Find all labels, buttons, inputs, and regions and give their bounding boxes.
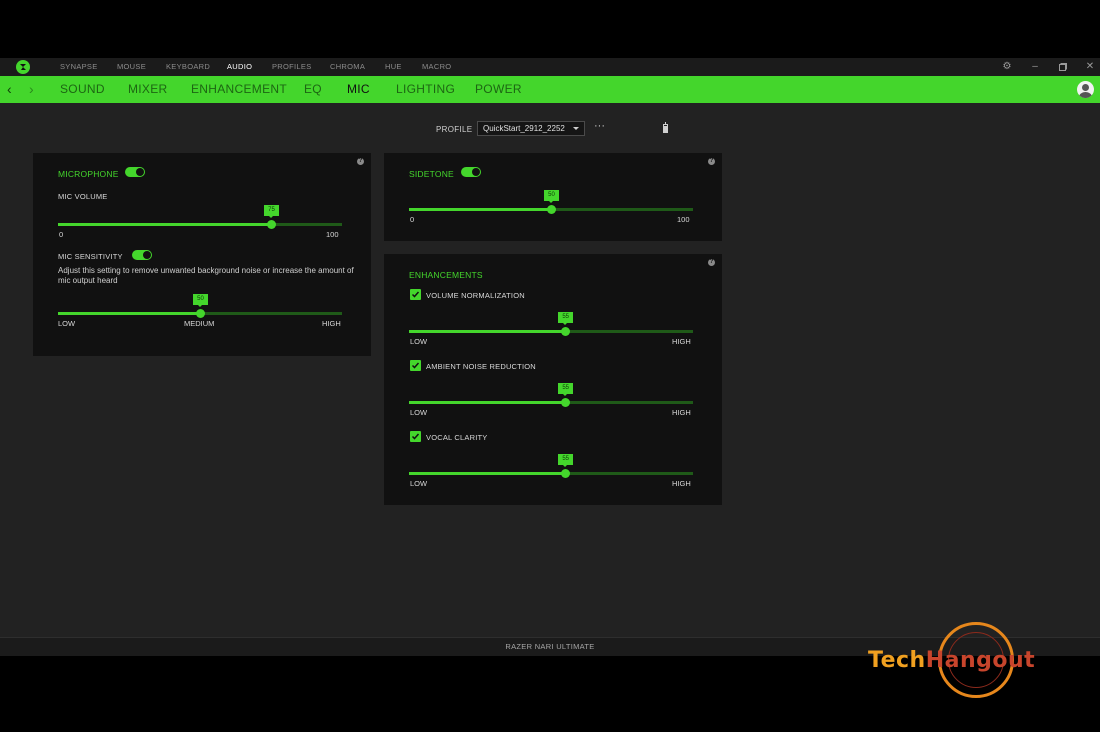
slider-value-bubble: 75 xyxy=(264,205,279,218)
slider-thumb[interactable] xyxy=(561,398,571,407)
slider-value-bubble: 50 xyxy=(544,190,559,203)
slider-fill xyxy=(58,312,200,315)
slider-fill xyxy=(409,401,566,404)
battery-icon xyxy=(663,122,668,133)
help-icon[interactable]: ? xyxy=(708,158,715,165)
help-icon[interactable]: ? xyxy=(357,158,364,165)
slider-min-label: 0 xyxy=(410,215,415,224)
profile-label: PROFILE xyxy=(436,125,473,134)
checkmark-icon xyxy=(411,291,420,298)
forward-arrow-icon[interactable]: › xyxy=(29,76,34,103)
chevron-down-icon xyxy=(573,127,579,130)
checkmark-icon xyxy=(411,362,420,369)
mic-volume-label: MIC VOLUME xyxy=(58,192,108,201)
user-avatar-icon[interactable] xyxy=(1077,81,1094,98)
checkmark-icon xyxy=(411,433,420,440)
slider-high-label: HIGH xyxy=(672,408,691,417)
sidetone-title: SIDETONE xyxy=(409,169,454,179)
slider-fill xyxy=(409,208,551,211)
slider-high-label: HIGH xyxy=(672,479,691,488)
ambient-noise-reduction-checkbox[interactable] xyxy=(410,360,421,371)
more-options-button[interactable]: ··· xyxy=(594,120,605,132)
slider-low-label: LOW xyxy=(410,408,428,417)
topnav-macro[interactable]: MACRO xyxy=(422,58,451,76)
tab-lighting[interactable]: LIGHTING xyxy=(396,76,455,103)
slider-fill xyxy=(409,472,566,475)
settings-gear-icon[interactable]: ⚙ xyxy=(999,58,1015,76)
slider-medium-label: MEDIUM xyxy=(184,319,215,328)
topnav-hue[interactable]: HUE xyxy=(385,58,402,76)
enhancements-panel: ? ENHANCEMENTS VOLUME NORMALIZATION 55 L… xyxy=(384,254,722,505)
sidetone-slider[interactable]: 50 xyxy=(409,190,693,214)
mic-sensitivity-toggle[interactable] xyxy=(132,250,152,260)
microphone-title: MICROPHONE xyxy=(58,169,119,179)
maximize-icon[interactable] xyxy=(1055,58,1071,76)
slider-low-label: LOW xyxy=(410,337,428,346)
profile-select[interactable]: QuickStart_2912_2252 xyxy=(477,121,585,136)
topnav-chroma[interactable]: CHROMA xyxy=(330,58,365,76)
watermark-text-part1: Tech xyxy=(868,648,926,673)
help-icon[interactable]: ? xyxy=(708,259,715,266)
tab-eq[interactable]: EQ xyxy=(304,76,322,103)
slider-high-label: HIGH xyxy=(322,319,341,328)
slider-thumb[interactable] xyxy=(561,327,571,336)
sidetone-toggle[interactable] xyxy=(461,167,481,177)
sidetone-panel: ? SIDETONE 50 0 100 xyxy=(384,153,722,241)
slider-thumb[interactable] xyxy=(196,309,205,318)
enhancements-title: ENHANCEMENTS xyxy=(409,270,483,280)
slider-thumb[interactable] xyxy=(267,220,276,229)
profile-select-value: QuickStart_2912_2252 xyxy=(483,124,565,133)
synapse-window: SYNAPSE MOUSE KEYBOARD AUDIO PROFILES CH… xyxy=(0,58,1100,656)
razer-logo-icon[interactable] xyxy=(16,60,30,74)
tab-sound[interactable]: SOUND xyxy=(60,76,105,103)
topnav-profiles[interactable]: PROFILES xyxy=(272,58,312,76)
slider-max-label: 100 xyxy=(677,215,690,224)
tab-power[interactable]: POWER xyxy=(475,76,522,103)
watermark-text: TechHangout xyxy=(868,648,1035,673)
topnav-audio[interactable]: AUDIO xyxy=(227,58,252,76)
watermark-text-part2: Hangout xyxy=(925,648,1036,673)
back-arrow-icon[interactable]: ‹ xyxy=(7,76,12,103)
slider-value-bubble: 55 xyxy=(558,312,574,325)
sub-nav-bar: ‹ › SOUND MIXER ENHANCEMENT EQ MIC LIGHT… xyxy=(0,76,1100,103)
ambient-noise-reduction-label: AMBIENT NOISE REDUCTION xyxy=(426,362,536,371)
slider-fill xyxy=(409,330,566,333)
topnav-synapse[interactable]: SYNAPSE xyxy=(60,58,98,76)
top-menu-bar: SYNAPSE MOUSE KEYBOARD AUDIO PROFILES CH… xyxy=(0,58,1100,76)
close-icon[interactable]: ✕ xyxy=(1082,58,1098,76)
mic-sensitivity-slider[interactable]: 50 xyxy=(58,294,342,318)
slider-low-label: LOW xyxy=(410,479,428,488)
tab-enhancement[interactable]: ENHANCEMENT xyxy=(191,76,287,103)
ambient-noise-reduction-slider[interactable]: 55 xyxy=(409,383,693,407)
slider-thumb[interactable] xyxy=(547,205,556,214)
volume-normalization-slider[interactable]: 55 xyxy=(409,312,693,336)
slider-max-label: 100 xyxy=(326,230,339,239)
vocal-clarity-slider[interactable]: 55 xyxy=(409,454,693,478)
microphone-toggle[interactable] xyxy=(125,167,145,177)
vocal-clarity-checkbox[interactable] xyxy=(410,431,421,442)
volume-normalization-checkbox[interactable] xyxy=(410,289,421,300)
vocal-clarity-label: VOCAL CLARITY xyxy=(426,433,488,442)
minimize-icon[interactable]: – xyxy=(1027,58,1043,76)
tab-mixer[interactable]: MIXER xyxy=(128,76,168,103)
tab-mic[interactable]: MIC xyxy=(347,76,370,103)
slider-value-bubble: 50 xyxy=(193,294,208,307)
slider-value-bubble: 55 xyxy=(558,454,574,467)
mic-sensitivity-label: MIC SENSITIVITY xyxy=(58,252,123,261)
slider-low-label: LOW xyxy=(58,319,76,328)
slider-high-label: HIGH xyxy=(672,337,691,346)
mic-sensitivity-description: Adjust this setting to remove unwanted b… xyxy=(58,266,354,285)
slider-thumb[interactable] xyxy=(561,469,571,478)
volume-normalization-label: VOLUME NORMALIZATION xyxy=(426,291,525,300)
techhangout-watermark-logo: TechHangout xyxy=(868,620,1078,710)
microphone-panel: ? MICROPHONE MIC VOLUME 75 0 100 MIC SEN… xyxy=(33,153,371,356)
topnav-keyboard[interactable]: KEYBOARD xyxy=(166,58,210,76)
slider-min-label: 0 xyxy=(59,230,64,239)
topnav-mouse[interactable]: MOUSE xyxy=(117,58,146,76)
slider-value-bubble: 55 xyxy=(558,383,574,396)
mic-volume-slider[interactable]: 75 xyxy=(58,205,342,229)
slider-fill xyxy=(58,223,271,226)
